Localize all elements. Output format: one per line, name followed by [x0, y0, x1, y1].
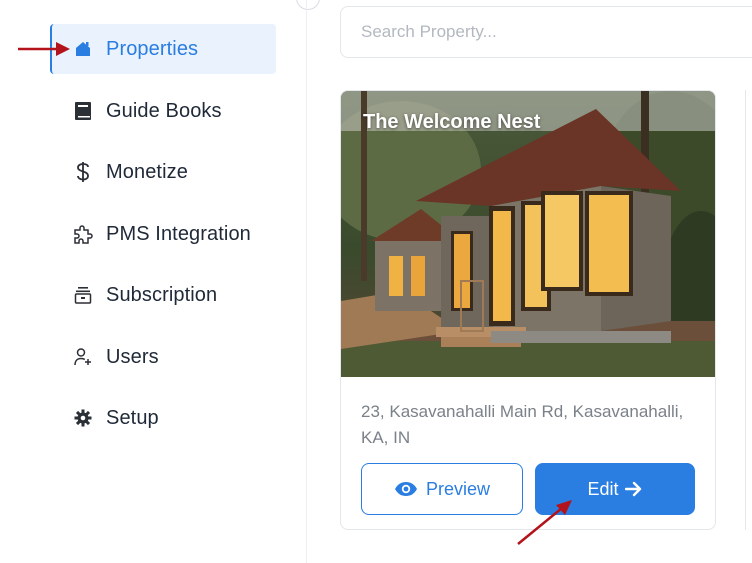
subscription-icon — [72, 284, 94, 306]
preview-button-label: Preview — [425, 478, 491, 499]
sidebar-item-users[interactable]: Users — [50, 332, 276, 382]
sidebar-item-subscription[interactable]: Subscription — [50, 270, 276, 320]
property-card[interactable]: The Welcome Nest 23, Kasavanahalli Main … — [340, 90, 716, 530]
home-icon — [72, 38, 94, 60]
annotation-arrow-icon — [18, 42, 70, 56]
sidebar-item-pms-integration[interactable]: PMS Integration — [50, 209, 276, 259]
eye-icon — [394, 481, 418, 497]
sidebar-item-label: Guide Books — [106, 99, 222, 122]
arrow-right-icon — [624, 481, 643, 497]
sidebar-item-label: Monetize — [106, 160, 188, 183]
search-input[interactable] — [341, 7, 752, 57]
sidebar-item-setup[interactable]: Setup — [50, 393, 276, 443]
sidebar-collapse-toggle[interactable] — [296, 0, 320, 10]
sidebar: Properties Guide Books Monetize PMS Inte… — [0, 0, 320, 563]
sidebar-item-label: Setup — [106, 406, 159, 429]
sidebar-item-label: Subscription — [106, 283, 218, 306]
sidebar-item-monetize[interactable]: Monetize — [50, 147, 276, 197]
annotation-arrow-icon — [517, 500, 572, 545]
sidebar-item-label: PMS Integration — [106, 222, 251, 245]
property-address: 23, Kasavanahalli Main Rd, Kasavanahalli… — [361, 402, 684, 447]
property-image: The Welcome Nest — [341, 91, 715, 377]
puzzle-icon — [72, 223, 94, 245]
sidebar-item-label: Users — [106, 345, 159, 368]
property-title: The Welcome Nest — [363, 111, 541, 133]
search-box[interactable] — [340, 6, 752, 58]
sidebar-item-guide-books[interactable]: Guide Books — [50, 86, 276, 136]
edit-button-label: Edit — [587, 478, 619, 499]
dollar-icon — [72, 161, 94, 183]
sidebar-item-label: Properties — [106, 37, 199, 60]
gear-icon — [72, 407, 94, 429]
sidebar-divider — [306, 0, 307, 563]
next-property-card[interactable] — [745, 90, 752, 530]
sidebar-item-properties[interactable]: Properties — [50, 24, 276, 74]
book-icon — [72, 100, 94, 122]
preview-button[interactable]: Preview — [361, 463, 523, 515]
user-add-icon — [72, 346, 94, 368]
